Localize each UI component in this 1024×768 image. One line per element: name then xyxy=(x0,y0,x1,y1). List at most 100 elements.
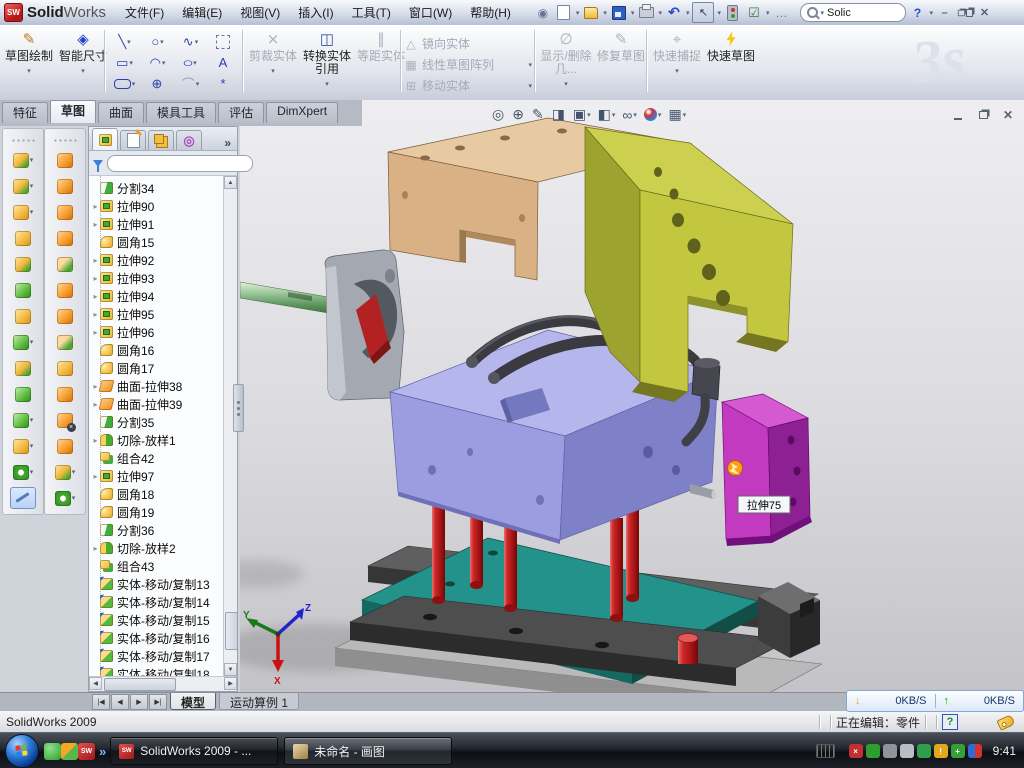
solidworks-quicklaunch-icon[interactable]: SW xyxy=(78,743,95,760)
configurationmanager-tab[interactable] xyxy=(148,130,174,150)
horizontal-scroll-thumb[interactable] xyxy=(104,678,176,691)
tree-item[interactable]: ▸ 拉伸96 xyxy=(89,323,237,341)
open-file-dropdown[interactable]: ▾ xyxy=(603,9,607,17)
tree-item[interactable]: ▸ 拉伸91 xyxy=(89,215,237,233)
tree-item[interactable]: 实体-移动/复制16 xyxy=(89,629,237,647)
boundary-surface-icon[interactable] xyxy=(57,254,74,274)
smart-dimension-button[interactable]: ◈ 智能尺寸▾ xyxy=(58,29,108,78)
print-dropdown[interactable]: ▾ xyxy=(658,9,662,17)
menu-item[interactable]: 文件(F) xyxy=(116,2,173,23)
tree-item[interactable]: ▸ 切除-放样2 xyxy=(89,539,237,557)
search-dropdown[interactable]: ▾ xyxy=(821,9,825,17)
zoom-selection-icon[interactable]: ✎ xyxy=(532,106,545,123)
tree-item[interactable]: ▸ 切除-放样1 xyxy=(89,431,237,449)
view-orientation-icon[interactable]: ▣▾ xyxy=(573,106,591,123)
input-method-icon[interactable] xyxy=(816,744,835,758)
tag-icon[interactable] xyxy=(996,714,1015,731)
options-dropdown[interactable]: ▾ xyxy=(766,9,770,17)
planar-surface-icon[interactable] xyxy=(57,306,74,326)
move-copy-body-icon[interactable]: ▾ xyxy=(13,410,34,430)
swept-boss-icon[interactable] xyxy=(15,228,32,248)
expand-arrow-icon[interactable]: ▸ xyxy=(91,310,100,319)
curves2-icon[interactable]: ▾ xyxy=(55,488,76,508)
taskbar-button[interactable]: SW SolidWorks 2009 - ... xyxy=(110,737,278,765)
curves-icon[interactable]: ▾ xyxy=(13,462,34,482)
rebuild-icon[interactable] xyxy=(724,4,742,21)
model-tab[interactable]: 模型 xyxy=(170,693,216,710)
messenger-icon[interactable] xyxy=(44,743,61,760)
tree-item[interactable]: 实体-移动/复制15 xyxy=(89,611,237,629)
doc-restore-button[interactable] xyxy=(975,108,991,122)
tree-filter-input[interactable] xyxy=(107,155,253,172)
help-icon[interactable]: ? xyxy=(909,4,927,21)
spline-tool-icon[interactable]: ∿▾ xyxy=(174,31,207,52)
search-input[interactable]: Solic xyxy=(827,7,851,19)
close-button[interactable]: ✕ xyxy=(976,5,993,20)
expand-arrow-icon[interactable]: ▸ xyxy=(91,274,100,283)
point-tool-icon[interactable]: * xyxy=(207,73,240,94)
tree-item[interactable]: ▸ 曲面-拉伸38 xyxy=(89,377,237,395)
zoom-fit-icon[interactable]: ◎ xyxy=(492,106,505,123)
tree-item[interactable]: 分割36 xyxy=(89,521,237,539)
tree-item[interactable]: 圆角19 xyxy=(89,503,237,521)
tree-item[interactable]: 圆角16 xyxy=(89,341,237,359)
extruded-boss-icon[interactable]: ▾ xyxy=(13,150,34,170)
menu-item[interactable]: 窗口(W) xyxy=(400,2,461,23)
save-icon[interactable] xyxy=(610,4,628,21)
tree-item[interactable]: 分割35 xyxy=(89,413,237,431)
print-icon[interactable] xyxy=(637,4,655,21)
featuremanager-tab[interactable] xyxy=(92,128,118,150)
tree-item[interactable]: ▸ 拉伸95 xyxy=(89,305,237,323)
expand-arrow-icon[interactable]: ▸ xyxy=(91,256,100,265)
scroll-down-button[interactable]: ▼ xyxy=(224,663,237,676)
tree-item[interactable]: 实体-移动/复制17 xyxy=(89,647,237,665)
reference-geometry-icon[interactable]: ▾ xyxy=(13,436,34,456)
tree-item[interactable]: ▸ 曲面-拉伸39 xyxy=(89,395,237,413)
taskbar-clock[interactable]: 9:41 xyxy=(993,744,1016,758)
zoom-area-icon[interactable]: ⊕ xyxy=(512,106,525,123)
sync-ball-icon[interactable] xyxy=(968,744,982,758)
ellipse-tool-icon[interactable]: ○▾ xyxy=(174,52,207,73)
security-suite-icon[interactable] xyxy=(61,743,78,760)
freeform-icon[interactable] xyxy=(57,280,74,300)
arc-tool-icon[interactable]: ◠▾ xyxy=(141,52,174,73)
select-box-icon[interactable] xyxy=(207,31,240,52)
minimize-button[interactable]: – xyxy=(936,5,953,20)
tab-nav-button[interactable]: ▶| xyxy=(149,694,167,710)
tree-item[interactable]: 实体-移动/复制18 xyxy=(89,665,237,676)
ribbon-tab[interactable]: 评估 xyxy=(218,102,264,123)
menu-item[interactable]: 插入(I) xyxy=(289,2,342,23)
expand-arrow-icon[interactable]: ▸ xyxy=(91,472,100,481)
sketch-button[interactable]: ✎ 草图绘制▾ xyxy=(4,29,54,78)
split-body-icon[interactable] xyxy=(15,384,32,404)
select-tool-button[interactable]: ↖ xyxy=(692,2,714,23)
slot-tool-icon[interactable]: ▾ xyxy=(108,73,141,94)
health-shield-icon[interactable]: + xyxy=(951,744,965,758)
expand-arrow-icon[interactable]: ▸ xyxy=(91,328,100,337)
expand-arrow-icon[interactable]: ▸ xyxy=(91,220,100,229)
sketch-text-icon[interactable]: A xyxy=(207,52,240,73)
tab-nav-button[interactable]: ◀ xyxy=(111,694,129,710)
standing-pin[interactable] xyxy=(678,634,698,665)
lofted-surface-icon[interactable] xyxy=(57,228,74,248)
tab-nav-button[interactable]: |◀ xyxy=(92,694,110,710)
scroll-left-button[interactable]: ◀ xyxy=(89,677,102,690)
panel-splitter-handle[interactable] xyxy=(233,384,244,432)
ribbon-tab[interactable]: 曲面 xyxy=(98,102,144,123)
replace-face-icon[interactable] xyxy=(57,436,74,456)
hole-wizard-icon[interactable] xyxy=(15,306,32,326)
ribbon-tab[interactable]: 模具工具 xyxy=(146,102,216,123)
combine-bodies-icon[interactable] xyxy=(15,358,32,378)
search-box[interactable]: ▾ Solic xyxy=(800,3,906,22)
tree-item[interactable]: 组合43 xyxy=(89,557,237,575)
save-dropdown[interactable]: ▾ xyxy=(631,9,635,17)
tab-nav-button[interactable]: ▶ xyxy=(130,694,148,710)
tree-item[interactable]: 组合42 xyxy=(89,449,237,467)
line-tool-icon[interactable]: ╲▾ xyxy=(108,31,141,52)
new-file-icon[interactable] xyxy=(555,4,573,21)
circle-tool-icon[interactable]: ○▾ xyxy=(141,31,174,52)
expand-arrow-icon[interactable]: ▸ xyxy=(91,292,100,301)
ribbon-tab[interactable]: 特征 xyxy=(2,102,48,123)
pattern-icon[interactable]: ▾ xyxy=(13,332,34,352)
restore-button[interactable] xyxy=(956,5,973,20)
